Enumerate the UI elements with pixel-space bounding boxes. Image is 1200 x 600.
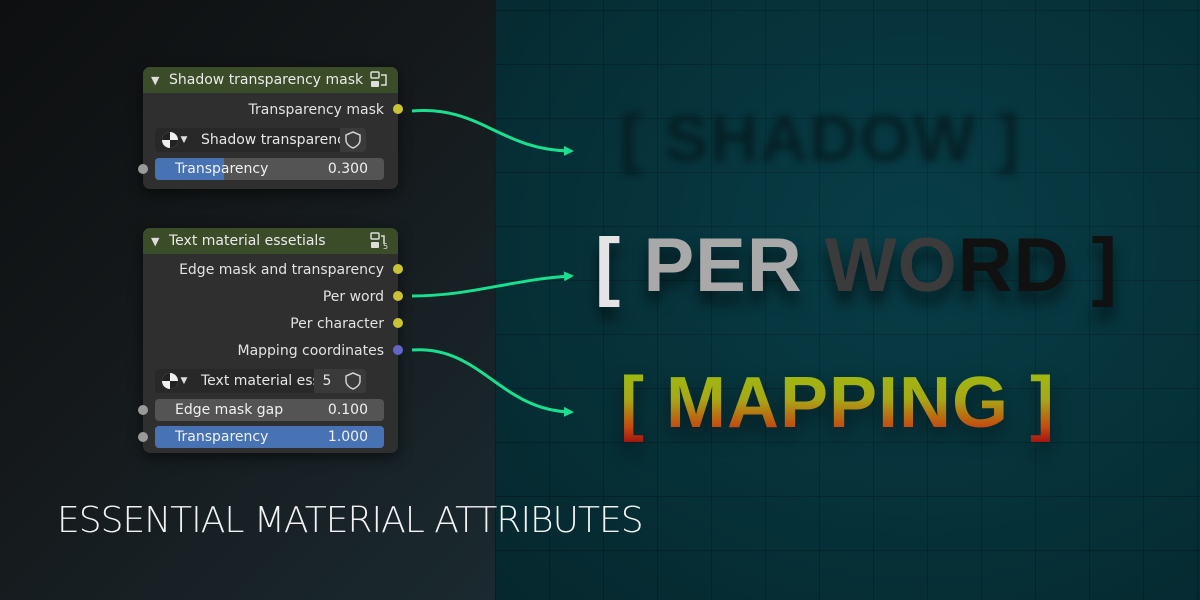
caption-title: ESSENTIAL MATERIAL ATTRIBUTES [57,500,644,541]
per-word-part: ] [1069,223,1118,308]
arrow-shadow [411,108,574,156]
mapping-preview-text: [ MAPPING ] [620,362,1055,444]
arrow-mapping [411,348,574,417]
per-word-part: PER [643,223,803,308]
per-word-part: [ [595,223,644,308]
per-word-part: RD [957,223,1070,308]
per-word-preview-text: [ PER WORD ] [595,222,1118,309]
shadow-preview-text: [ SHADOW ] [620,101,1022,175]
arrow-per-word [411,271,574,298]
per-word-part: WO [802,223,958,308]
mapping-text: [ MAPPING ] [620,363,1055,443]
